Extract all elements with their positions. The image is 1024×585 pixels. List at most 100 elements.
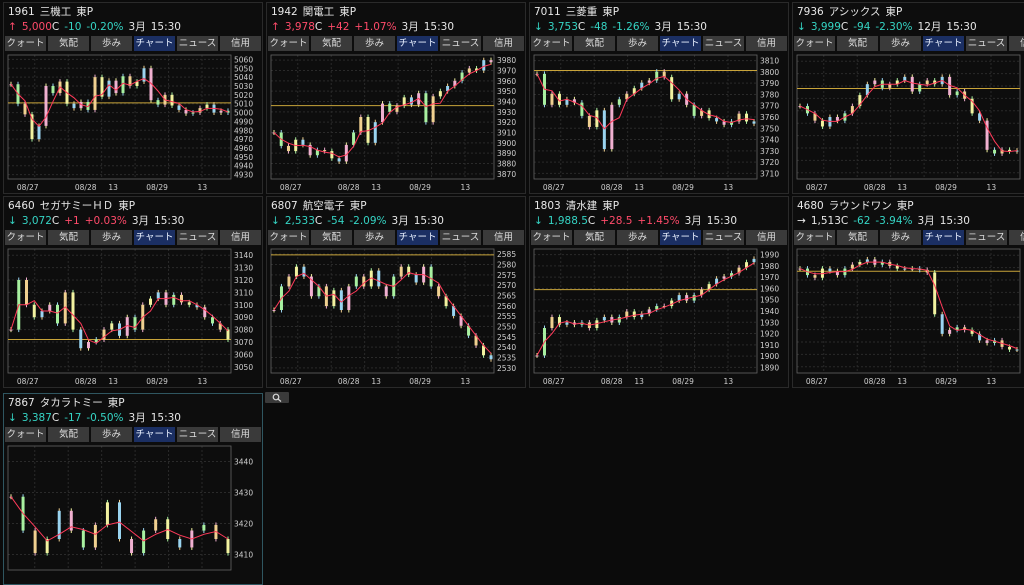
price-chart[interactable]: 3980 3970 3960 3950 3940 3930 3920 3910 3900 3890…: [268, 52, 525, 193]
candle-body: [692, 295, 696, 301]
tab-chart[interactable]: チャート: [660, 230, 701, 245]
contract-month: 3月: [128, 412, 146, 424]
tab-margin[interactable]: 信用: [220, 36, 261, 51]
y-tick-label: 2530: [497, 364, 516, 373]
tab-quote[interactable]: クォート: [794, 36, 835, 51]
search-button[interactable]: [265, 392, 289, 403]
tab-quote[interactable]: クォート: [5, 230, 46, 245]
stock-panel-6460[interactable]: 6460 セガサミーＨＤ 東P ↓ 3,072C +1 +0.03% 3月 15:30 クォート気…: [3, 196, 263, 388]
tab-news[interactable]: ニュース: [966, 36, 1007, 51]
tab-quote[interactable]: クォート: [5, 427, 46, 442]
price-chart[interactable]: 2585 2580 2575 2570 2565 2560 2555 2550 2545 2540…: [268, 246, 525, 387]
tab-news[interactable]: ニュース: [703, 230, 744, 245]
tab-board[interactable]: 気配: [837, 36, 878, 51]
tab-news[interactable]: ニュース: [703, 36, 744, 51]
candle-body: [820, 120, 824, 127]
price-chart[interactable]: 3440 3430 3420 3410: [5, 443, 262, 584]
stock-panel-1961[interactable]: 1961 三機工 東P ↑ 5,000C -10 -0.20% 3月 15:30 クォート 気配 歩み…: [3, 2, 263, 194]
price-chart[interactable]: 5060 5050 5040 5030 5020 5010 5000 4990 4980 4970…: [5, 52, 262, 193]
tab-chart[interactable]: チャート: [923, 36, 964, 51]
last-price: 3,387: [21, 412, 52, 424]
last-price: 2,533: [284, 215, 315, 227]
stock-panel-7867[interactable]: 7867 タカラトミー 東P ↓ 3,387C -17 -0.50% 3月 15:30 クォート気…: [3, 393, 263, 585]
tab-chart[interactable]: チャート: [397, 230, 438, 245]
tab-chart[interactable]: チャート: [134, 230, 175, 245]
stock-panel-1942[interactable]: 1942 関電工 東P ↑ 3,978C +42 +1.07% 3月 15:30 クォート 気配 歩み…: [266, 2, 526, 194]
tab-ticks[interactable]: 歩み: [91, 230, 132, 245]
price-change: -10: [64, 21, 82, 33]
candle-body: [205, 104, 209, 109]
candle-body: [226, 539, 230, 554]
price-row: ↓ 1,988.5C +28.5 +1.45% 3月 15:30: [534, 214, 742, 228]
tab-news[interactable]: ニュース: [177, 36, 218, 51]
x-tick-label: 08/29: [146, 183, 168, 192]
panel-tabs: クォート気配歩みチャートニュース信用: [268, 36, 525, 51]
chart-svg: 3140 3130 3120 3110 3100 3090 3080 3070 3060 3050…: [7, 248, 253, 386]
tab-margin[interactable]: 信用: [1009, 36, 1024, 51]
tab-board[interactable]: 気配: [837, 230, 878, 245]
tab-board[interactable]: 気配: [48, 427, 89, 442]
tab-margin[interactable]: 信用: [746, 36, 787, 51]
candle-body: [438, 91, 442, 97]
y-tick-label: 3090: [234, 313, 253, 322]
moving-average-line: [799, 79, 1018, 153]
tab-ticks[interactable]: 歩み: [354, 230, 395, 245]
stock-panel-6807[interactable]: 6807 航空電子 東P ↓ 2,533C -54 -2.09% 3月 15:30 クォート 気配歩…: [266, 196, 526, 388]
tab-board[interactable]: 気配: [48, 230, 89, 245]
tab-ticks[interactable]: 歩み: [91, 427, 132, 442]
candle-body: [722, 276, 726, 279]
y-tick-label: 3770: [760, 102, 779, 111]
tab-chart[interactable]: チャート: [134, 36, 175, 51]
chart-svg: 08/27 08/28 13 08/29 13: [796, 54, 1021, 192]
market-label: 東P: [602, 6, 620, 18]
price-chart[interactable]: 3810 3800 3790 3780 3770 3760 3750 3740 3730 3720…: [531, 52, 788, 193]
tab-news[interactable]: ニュース: [440, 230, 481, 245]
tab-margin[interactable]: 信用: [746, 230, 787, 245]
tab-quote[interactable]: クォート: [531, 230, 572, 245]
tab-board[interactable]: 気配: [574, 36, 615, 51]
contract-month: 3月: [391, 215, 409, 227]
stock-panel-7936[interactable]: 7936 アシックス 東P ↓ 3,999C -94 -2.30% 12月 15:30 クォート気…: [792, 2, 1024, 194]
tab-chart[interactable]: チャート: [134, 427, 175, 442]
tab-news[interactable]: ニュース: [966, 230, 1007, 245]
candle-body: [226, 329, 230, 340]
tab-margin[interactable]: 信用: [220, 427, 261, 442]
tab-news[interactable]: ニュース: [440, 36, 481, 51]
tab-margin[interactable]: 信用: [483, 36, 524, 51]
tab-quote[interactable]: クォート: [531, 36, 572, 51]
price-chart[interactable]: 08/27 08/28 13 08/29 13: [794, 246, 1024, 387]
tab-quote[interactable]: クォート: [794, 230, 835, 245]
tab-chart[interactable]: チャート: [397, 36, 438, 51]
tab-board[interactable]: 気配: [574, 230, 615, 245]
tab-ticks[interactable]: 歩み: [880, 230, 921, 245]
candle-body: [1015, 349, 1019, 351]
stock-panel-7011[interactable]: 7011 三菱重 東P ↓ 3,753C -48 -1.26% 3月 15:30 クォート 気配 歩み…: [529, 2, 789, 194]
tab-chart[interactable]: チャート: [660, 36, 701, 51]
tab-news[interactable]: ニュース: [177, 427, 218, 442]
price-chart[interactable]: 08/27 08/28 13 08/29 13: [794, 52, 1024, 193]
tab-margin[interactable]: 信用: [1009, 230, 1024, 245]
tab-ticks[interactable]: 歩み: [880, 36, 921, 51]
tab-ticks[interactable]: 歩み: [617, 36, 658, 51]
tab-news[interactable]: ニュース: [177, 230, 218, 245]
tab-ticks[interactable]: 歩み: [617, 230, 658, 245]
tab-margin[interactable]: 信用: [220, 230, 261, 245]
stock-panel-1803[interactable]: 1803 清水建 東P ↓ 1,988.5C +28.5 +1.45% 3月 15:30 クォート…: [529, 196, 789, 388]
price-chart[interactable]: 1990 1980 1970 1960 1950 1940 1930 1920 1910 1900…: [531, 246, 788, 387]
candle-body: [337, 158, 341, 162]
tab-quote[interactable]: クォート: [268, 230, 309, 245]
tab-board[interactable]: 気配: [311, 230, 352, 245]
tab-ticks[interactable]: 歩み: [91, 36, 132, 51]
y-tick-label: 1950: [760, 296, 779, 305]
tab-board[interactable]: 気配: [48, 36, 89, 51]
tab-board[interactable]: 気配: [311, 36, 352, 51]
tab-margin[interactable]: 信用: [483, 230, 524, 245]
tab-ticks[interactable]: 歩み: [354, 36, 395, 51]
price-chart[interactable]: 3140 3130 3120 3110 3100 3090 3080 3070 3060 3050…: [5, 246, 262, 387]
y-tick-label: 3910: [497, 129, 516, 138]
x-tick-label: 08/29: [935, 377, 957, 386]
tab-quote[interactable]: クォート: [268, 36, 309, 51]
tab-chart[interactable]: チャート: [923, 230, 964, 245]
stock-panel-4680[interactable]: 4680 ラウンドワン 東P → 1,513C -62 -3.94% 3月 15:30 クォート気…: [792, 196, 1024, 388]
tab-quote[interactable]: クォート: [5, 36, 46, 51]
